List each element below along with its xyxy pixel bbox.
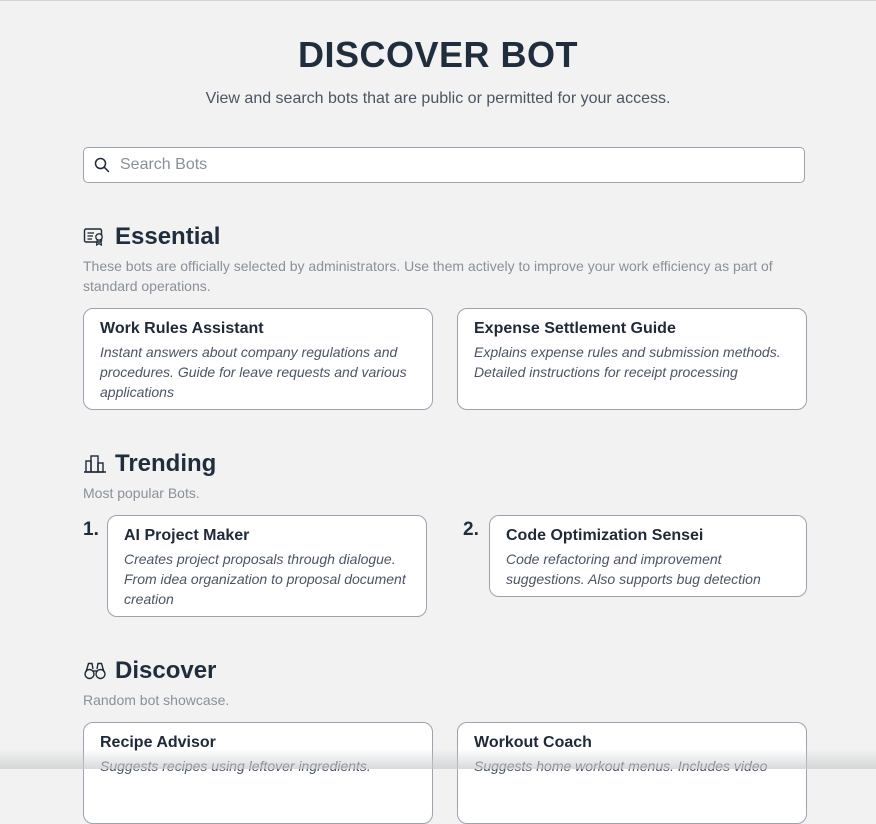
buildings-icon bbox=[84, 455, 106, 473]
binoculars-icon bbox=[84, 662, 106, 680]
search-icon bbox=[94, 157, 110, 173]
discover-bot-page: DISCOVER BOT View and search bots that a… bbox=[0, 1, 876, 824]
discover-description: Random bot showcase. bbox=[83, 692, 230, 708]
search-box[interactable] bbox=[83, 147, 805, 183]
bot-name: Expense Settlement Guide bbox=[474, 320, 676, 337]
rank-number: 1. bbox=[83, 519, 99, 540]
bot-card-recipe-advisor[interactable]: Recipe Advisor Suggests recipes using le… bbox=[83, 722, 433, 824]
bot-description: Explains expense rules and submission me… bbox=[474, 344, 781, 380]
search-input[interactable] bbox=[118, 155, 772, 175]
essential-title: Essential bbox=[115, 223, 221, 250]
bot-card-code-optimization-sensei[interactable]: Code Optimization Sensei Code refactorin… bbox=[489, 515, 807, 597]
trending-description: Most popular Bots. bbox=[83, 485, 200, 501]
bot-description: Creates project proposals through dialog… bbox=[124, 551, 406, 607]
bot-description: Code refactoring and improvement suggest… bbox=[506, 551, 761, 587]
bot-name: AI Project Maker bbox=[124, 527, 250, 544]
essential-section-header: Essential bbox=[83, 223, 220, 251]
trending-title: Trending bbox=[115, 450, 217, 477]
essential-description: These bots are officially selected by ad… bbox=[83, 258, 773, 294]
bottom-fade bbox=[0, 749, 876, 769]
discover-title: Discover bbox=[115, 657, 217, 684]
bot-card-workout-coach[interactable]: Workout Coach Suggests home workout menu… bbox=[457, 722, 807, 824]
discover-section-header: Discover bbox=[83, 657, 216, 685]
bot-card-ai-project-maker[interactable]: AI Project Maker Creates project proposa… bbox=[107, 515, 427, 617]
bot-name: Code Optimization Sensei bbox=[506, 527, 704, 544]
bot-card-expense-settlement-guide[interactable]: Expense Settlement Guide Explains expens… bbox=[457, 308, 807, 410]
certificate-icon bbox=[83, 228, 103, 247]
page-subtitle: View and search bots that are public or … bbox=[205, 90, 671, 107]
page-title: DISCOVER BOT bbox=[297, 34, 579, 75]
rank-number: 2. bbox=[463, 519, 479, 540]
bot-card-work-rules-assistant[interactable]: Work Rules Assistant Instant answers abo… bbox=[83, 308, 433, 410]
trending-section-header: Trending bbox=[83, 450, 216, 478]
bot-name: Work Rules Assistant bbox=[100, 320, 264, 337]
bot-description: Instant answers about company regulation… bbox=[100, 344, 407, 400]
